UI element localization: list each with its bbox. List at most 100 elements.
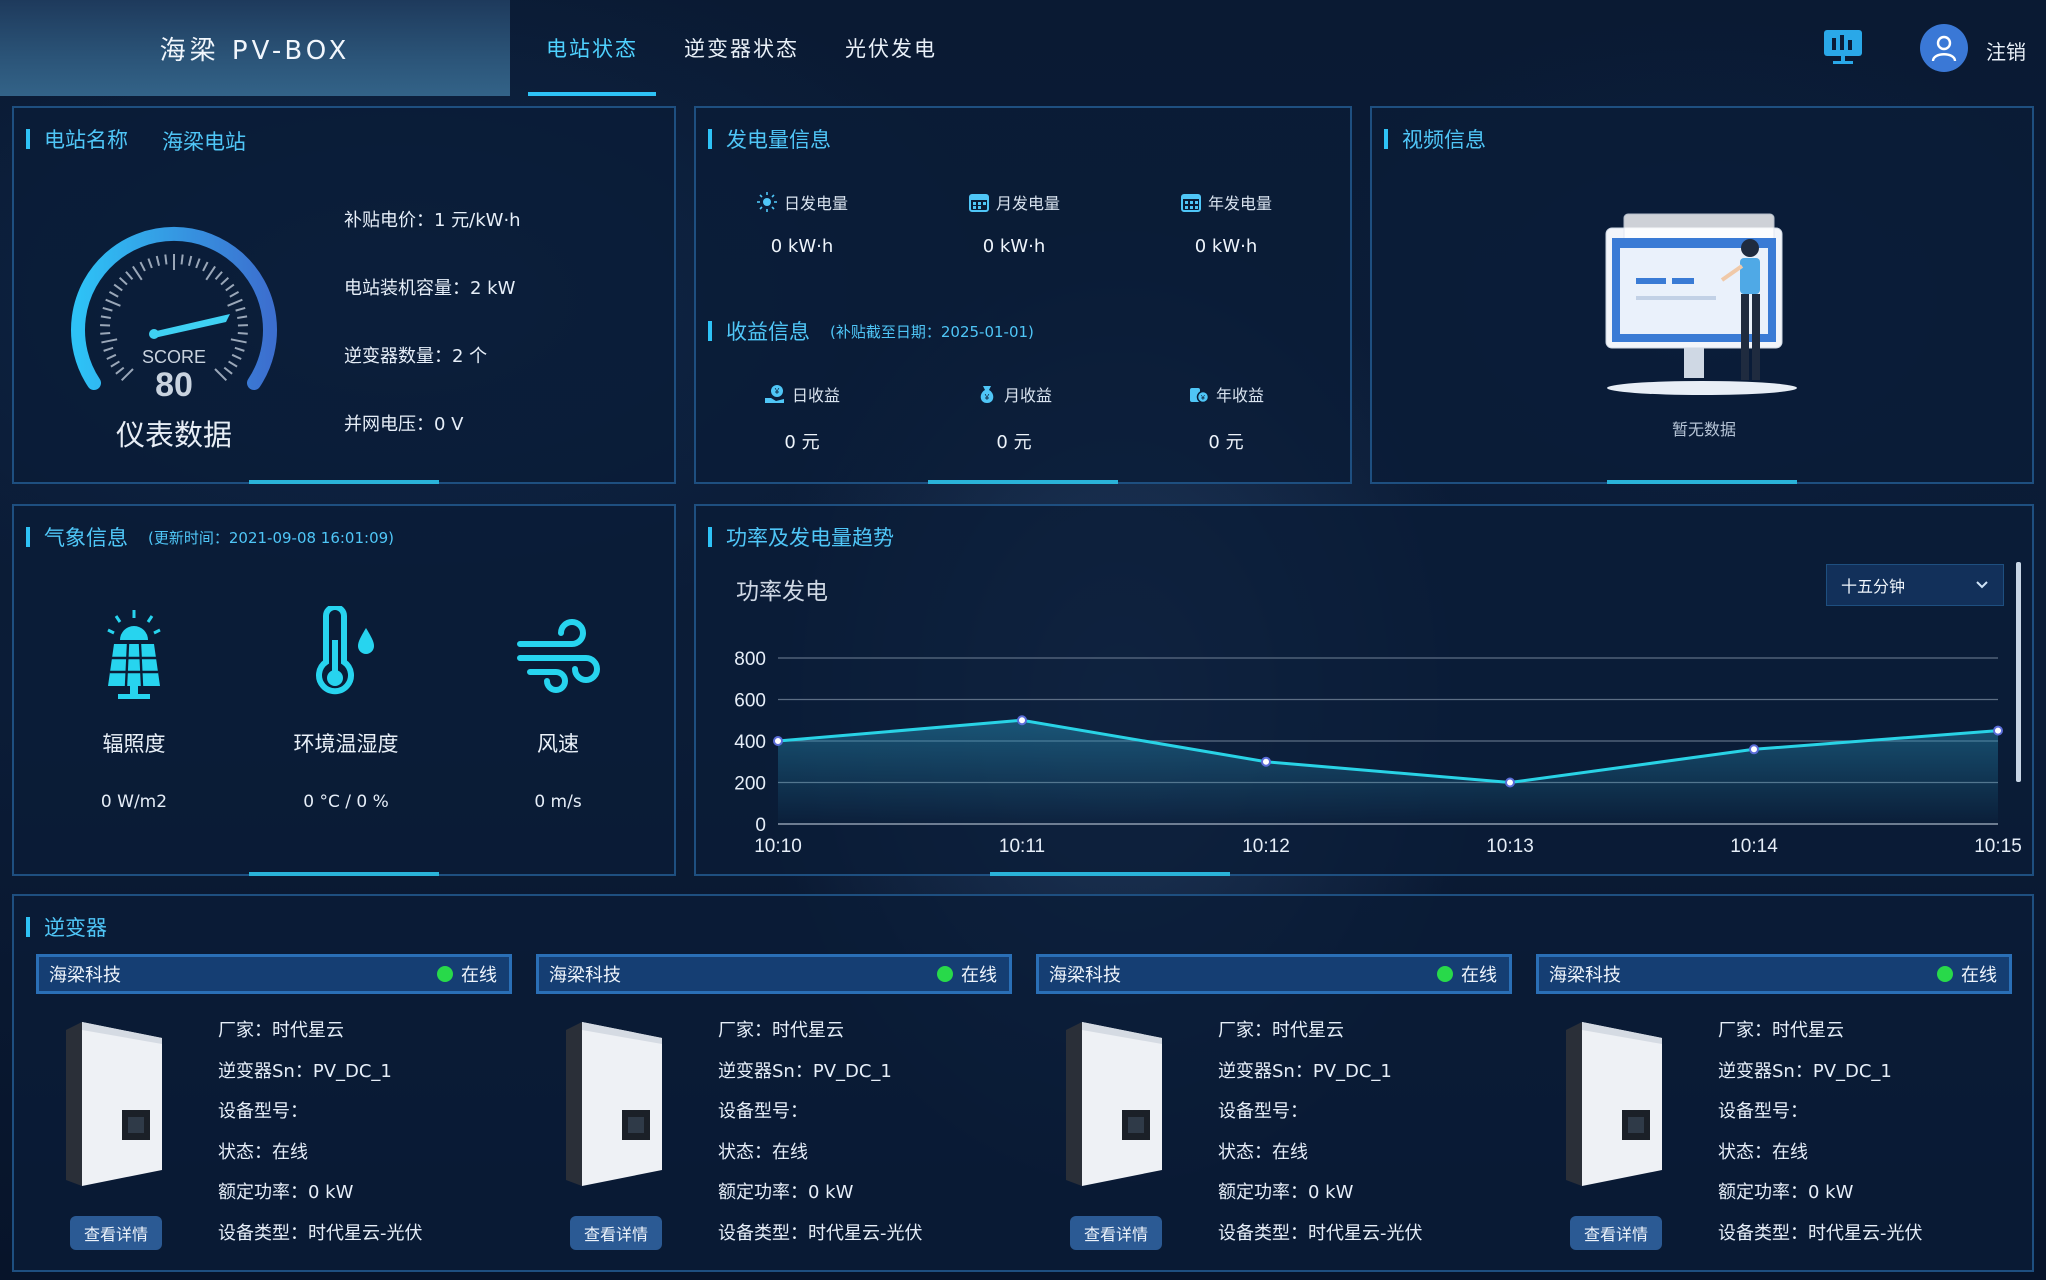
inverter-status-text: 在线 <box>1461 965 1497 986</box>
inverter-card-4: 海梁科技 在线 查看详情 厂家：时代星云 逆变器Sn：PV_DC_1 设备型号：… <box>1536 954 2012 1264</box>
inverter-status-text: 在线 <box>961 965 997 986</box>
inverter-sn: 逆变器Sn：PV_DC_1 <box>218 1060 392 1082</box>
gauge-tick <box>101 338 118 344</box>
gauge-tick <box>235 306 246 312</box>
view-details-label: 查看详情 <box>1583 1225 1648 1244</box>
data-point <box>1505 777 1515 788</box>
revenue-title: 收益信息 (补贴截至日期：2025-01-01) <box>708 316 1034 346</box>
gauge-tick <box>220 277 230 286</box>
inverter-rated-power: 额定功率：0 kW <box>1218 1182 1354 1203</box>
power-trend-panel: 功率及发电量趋势 功率发电 十五分钟 0 200 400 600 800 10:10 10:… <box>694 504 2034 876</box>
inverter-device-type: 设备类型：时代星云-光伏 <box>1718 1222 1923 1244</box>
inverter-vendor: 厂家：时代星云 <box>718 1020 844 1041</box>
panel-accent-bar <box>928 480 1118 484</box>
svg-text:¥: ¥ <box>984 393 990 402</box>
view-details-button[interactable]: 查看详情 <box>570 1216 662 1250</box>
daily-generation-label: 日发电量 <box>783 194 848 213</box>
x-tick-label: 10:13 <box>1486 836 1534 857</box>
inverter-status: 在线 <box>1437 961 1497 987</box>
installed-capacity: 电站装机容量：2 kW <box>344 278 516 299</box>
gauge-tick <box>214 271 223 280</box>
inverter-device-type: 设备类型：时代星云-光伏 <box>718 1222 923 1244</box>
inverter-rated-power: 额定功率：0 kW <box>718 1182 854 1203</box>
daily-generation: 日发电量 0 kW·h <box>696 190 908 257</box>
inverter-card-2: 海梁科技 在线 查看详情 厂家：时代星云 逆变器Sn：PV_DC_1 设备型号：… <box>536 954 1012 1264</box>
logout-link[interactable]: 注销 <box>1986 36 2026 65</box>
gauge-tick <box>105 298 121 307</box>
inverter-info-list: 厂家：时代星云 逆变器Sn：PV_DC_1 设备型号： 状态：在线 额定功率：0… <box>718 1016 923 1259</box>
gauge-tick <box>164 254 168 265</box>
gauge-tick <box>103 346 114 352</box>
panel-accent-bar <box>1607 480 1797 484</box>
monitor-icon[interactable] <box>1822 28 1864 66</box>
online-status-dot <box>1937 966 1953 982</box>
monthly-generation: 月发电量 0 kW·h <box>908 190 1120 257</box>
station-panel: 电站名称 海梁电站 SCORE 80 仪表数据 补贴电价：1 元/kW·h 电站… <box>12 106 676 484</box>
generation-panel: 发电量信息 日发电量 0 kW·h 月发电量 0 kW·h 年发电量 0 kW·… <box>694 106 1352 484</box>
yearly-generation: 年发电量 0 kW·h <box>1120 190 1332 257</box>
gauge-tick <box>113 283 123 292</box>
x-tick-label: 10:14 <box>1730 836 1778 857</box>
data-point <box>1261 756 1271 767</box>
gauge-tick <box>155 255 161 267</box>
calendar-grid-icon <box>1180 194 1201 212</box>
generation-stats: 日发电量 0 kW·h 月发电量 0 kW·h 年发电量 0 kW·h <box>696 190 1354 257</box>
inverter-rated-power: 额定功率：0 kW <box>1718 1182 1854 1203</box>
yearly-generation-label: 年发电量 <box>1207 194 1272 213</box>
x-tick-label: 10:12 <box>1242 836 1290 857</box>
svg-text:¥: ¥ <box>774 387 780 396</box>
gauge-tick <box>106 353 117 360</box>
view-details-button[interactable]: 查看详情 <box>1070 1216 1162 1250</box>
inverter-brand: 海梁科技 <box>549 965 621 986</box>
irradiance-value: 0 W/m2 <box>100 792 168 812</box>
inverter-info-list: 厂家：时代星云 逆变器Sn：PV_DC_1 设备型号： 状态：在线 额定功率：0… <box>218 1016 423 1259</box>
tab-pv-generation[interactable]: 光伏发电 <box>827 0 955 96</box>
yearly-revenue: ¥ 年收益 0 元 <box>1120 382 1332 454</box>
weather-panel: 气象信息 (更新时间：2021-09-08 16:01:09) 辐照度 0 W/… <box>12 504 676 876</box>
inverter-title: 逆变器 <box>26 912 107 942</box>
user-avatar-icon[interactable] <box>1920 24 1968 72</box>
video-title-text: 视频信息 <box>1402 128 1486 152</box>
view-details-button[interactable]: 查看详情 <box>1570 1216 1662 1250</box>
gauge-tick <box>108 290 119 298</box>
inverter-card-header: 海梁科技 在线 <box>1036 954 1512 994</box>
coins-icon: ¥ <box>1189 388 1210 404</box>
inverter-state: 状态：在线 <box>218 1141 308 1163</box>
revenue-title-text: 收益信息 <box>726 320 810 344</box>
gauge-tick <box>118 277 128 286</box>
gauge-tick <box>227 298 243 307</box>
empty-state-illustration <box>1605 213 1797 395</box>
inverter-info-list: 厂家：时代星云 逆变器Sn：PV_DC_1 设备型号： 状态：在线 额定功率：0… <box>1218 1016 1423 1259</box>
gauge-tick <box>195 258 201 269</box>
inverter-model: 设备型号： <box>718 1101 808 1122</box>
daily-revenue-label: 日收益 <box>791 386 840 405</box>
temperature-humidity-item: 环境温湿度 0 °C / 0 % <box>246 604 446 812</box>
tab-station-status[interactable]: 电站状态 <box>528 0 656 96</box>
wind-icon <box>517 619 600 693</box>
weather-updated-time: (更新时间：2021-09-08 16:01:09) <box>148 528 395 547</box>
gauge-tick <box>139 261 146 272</box>
inverter-device-type: 设备类型：时代星云-光伏 <box>218 1222 423 1244</box>
x-tick-label: 10:11 <box>999 836 1045 857</box>
revenue-note: (补贴截至日期：2025-01-01) <box>830 322 1034 341</box>
inverter-model: 设备型号： <box>1718 1101 1808 1122</box>
y-tick-label: 400 <box>734 732 766 753</box>
inverter-sn: 逆变器Sn：PV_DC_1 <box>718 1060 892 1082</box>
daily-revenue-value: 0 元 <box>784 432 820 453</box>
inverter-device-type: 设备类型：时代星云-光伏 <box>1218 1222 1423 1244</box>
gauge-tick <box>100 315 111 319</box>
inverter-device-image <box>1066 1022 1162 1186</box>
inverter-sn: 逆变器Sn：PV_DC_1 <box>1218 1060 1392 1082</box>
generation-title: 发电量信息 <box>708 124 831 154</box>
panel-accent-bar <box>990 872 1231 876</box>
inverter-status: 在线 <box>937 961 997 987</box>
view-details-button[interactable]: 查看详情 <box>70 1216 162 1250</box>
inverter-state: 状态：在线 <box>1718 1141 1808 1163</box>
gauge-tick <box>187 255 193 267</box>
video-panel: 视频信息 暂无数据 <box>1370 106 2034 484</box>
inverter-device-image <box>1566 1022 1662 1186</box>
tab-inverter-status[interactable]: 逆变器状态 <box>666 0 817 96</box>
inverter-model: 设备型号： <box>1218 1101 1308 1122</box>
video-title: 视频信息 <box>1384 124 1486 154</box>
irradiance-item: 辐照度 0 W/m2 <box>34 606 234 812</box>
